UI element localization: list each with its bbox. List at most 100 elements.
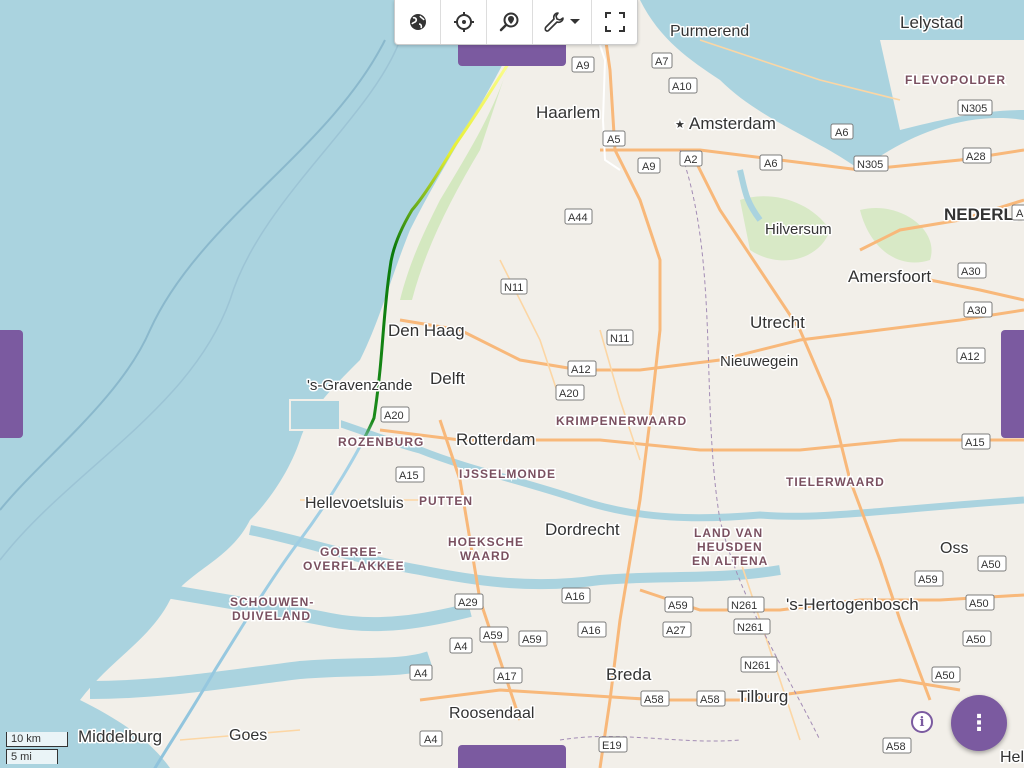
svg-text:A15: A15: [399, 470, 419, 482]
locate-button[interactable]: [441, 0, 487, 44]
svg-text:A29: A29: [458, 597, 478, 609]
road-shield: A15: [395, 466, 425, 483]
svg-text:A58: A58: [886, 741, 906, 753]
road-shield: N261: [727, 596, 765, 613]
place-hellevoetsluis: Hellevoetsluis: [305, 495, 404, 512]
svg-text:A20: A20: [384, 410, 404, 422]
svg-text:A58: A58: [700, 694, 720, 706]
place-haarlem: Haarlem: [536, 103, 600, 122]
svg-text:A50: A50: [969, 598, 989, 610]
svg-text:A5: A5: [607, 134, 620, 146]
region-land-line3: EN ALTENA: [692, 554, 768, 568]
region-hoeksche-line2: WAARD: [460, 549, 510, 563]
svg-text:A9: A9: [642, 161, 655, 173]
road-shield: A7: [651, 52, 673, 69]
svg-text:A2: A2: [684, 154, 697, 166]
port-basin: [289, 399, 341, 431]
map-canvas[interactable]: Purmerend Lelystad FLEVOPOLDER Haarlem ★…: [0, 0, 1024, 768]
region-land-line2: HEUSDEN: [697, 540, 763, 554]
region-goeree-line1: GOEREE-: [320, 545, 382, 559]
info-button[interactable]: i: [911, 711, 933, 733]
region-flevopolder: FLEVOPOLDER: [905, 73, 1006, 87]
road-shield: A9: [637, 157, 661, 174]
svg-text:N305: N305: [857, 159, 883, 171]
place-purmerend: Purmerend: [670, 23, 749, 40]
svg-text:A10: A10: [672, 81, 692, 93]
tools-dropdown-button[interactable]: [533, 0, 592, 44]
svg-text:A4: A4: [454, 641, 467, 653]
place-middelburg: Middelburg: [78, 727, 162, 746]
bottom-panel-tab[interactable]: [458, 745, 566, 768]
svg-text:N305: N305: [961, 103, 987, 115]
place-dordrecht: Dordrecht: [545, 520, 620, 539]
place-delft: Delft: [430, 369, 465, 388]
place-amsterdam: Amsterdam: [689, 114, 776, 133]
search-location-button[interactable]: [487, 0, 533, 44]
menu-button[interactable]: ⋮: [951, 695, 1007, 751]
svg-text:N11: N11: [504, 282, 523, 294]
svg-text:A4: A4: [414, 668, 427, 680]
road-shield: A28: [962, 147, 992, 164]
svg-text:A44: A44: [568, 212, 588, 224]
svg-text:A50: A50: [935, 670, 955, 682]
svg-text:N261: N261: [744, 660, 770, 672]
place-utrecht: Utrecht: [750, 313, 805, 332]
scale-bar: 10 km 5 mi: [6, 732, 68, 764]
svg-text:A59: A59: [522, 634, 542, 646]
region-rozenburg: ROZENBURG: [338, 435, 424, 449]
svg-text:A15: A15: [965, 437, 985, 449]
capital-star-icon: ★: [675, 119, 685, 131]
map-toolbar: [394, 0, 638, 45]
road-shield: A29: [454, 593, 484, 610]
road-shield: A58: [696, 690, 726, 707]
scale-mi-label: 5 mi: [6, 749, 58, 764]
globe-icon: [409, 14, 426, 30]
road-shield: N305: [957, 99, 993, 116]
left-panel-tab[interactable]: [0, 330, 23, 438]
svg-text:A30: A30: [967, 305, 987, 317]
road-shield: A50: [962, 630, 992, 647]
road-shield: A16: [577, 621, 607, 638]
right-panel-tab[interactable]: [1001, 330, 1024, 438]
region-hoeksche-line1: HOEKSCHE: [448, 535, 524, 549]
fullscreen-icon: [604, 12, 625, 32]
road-shield: A59: [518, 630, 548, 647]
place-goes: Goes: [229, 727, 267, 744]
wrench-icon: [544, 12, 564, 32]
crosshair-icon: [453, 12, 474, 32]
svg-text:A58: A58: [644, 694, 664, 706]
road-shield: A44: [564, 208, 593, 225]
road-shield: A5: [1011, 204, 1024, 221]
road-shield: A4: [409, 664, 433, 681]
svg-text:A59: A59: [668, 600, 688, 612]
road-shield: A59: [914, 570, 944, 587]
place-oss: Oss: [940, 540, 968, 557]
svg-text:A6: A6: [764, 158, 777, 170]
place-den-haag: Den Haag: [388, 321, 465, 340]
road-shield: A4: [449, 637, 473, 654]
svg-text:A7: A7: [655, 56, 668, 68]
place-roosendaal: Roosendaal: [449, 705, 534, 722]
fullscreen-button[interactable]: [592, 0, 637, 44]
place-hertogenbosch: 's-Hertogenbosch: [786, 595, 919, 614]
svg-text:E19: E19: [602, 740, 622, 752]
location-search-icon: [499, 12, 518, 32]
road-shield: A10: [668, 77, 698, 94]
road-shield: A6: [759, 154, 783, 171]
svg-text:A16: A16: [581, 625, 601, 637]
road-shield: N261: [733, 618, 771, 635]
globe-button[interactable]: [395, 0, 441, 44]
road-shield: A58: [882, 737, 912, 754]
svg-text:A9: A9: [576, 60, 589, 72]
top-panel-tab[interactable]: [458, 44, 566, 66]
region-land-line1: LAND VAN: [694, 526, 763, 540]
place-hilversum: Hilversum: [765, 221, 832, 238]
svg-text:A28: A28: [966, 151, 986, 163]
road-shield: N305: [853, 155, 889, 172]
svg-text:A6: A6: [835, 127, 848, 139]
svg-text:N261: N261: [737, 622, 763, 634]
region-tielerwaard: TIELERWAARD: [786, 475, 885, 489]
place-rotterdam: Rotterdam: [456, 430, 535, 449]
road-shield: A5: [602, 130, 626, 147]
place-amersfoort: Amersfoort: [848, 267, 931, 286]
